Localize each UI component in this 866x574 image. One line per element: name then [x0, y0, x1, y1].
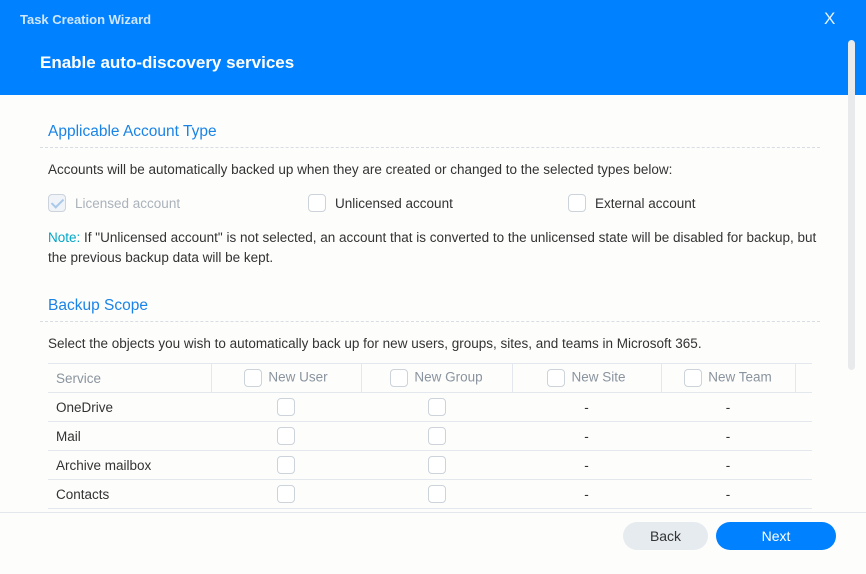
window-title: Task Creation Wizard — [20, 12, 152, 27]
new-group-checkbox[interactable] — [427, 456, 446, 474]
back-button[interactable]: Back — [623, 522, 708, 550]
new-group-checkbox[interactable] — [427, 485, 446, 503]
backup-scope-description: Select the objects you wish to automatic… — [48, 336, 702, 351]
table-row: Mail - - — [48, 421, 812, 451]
close-icon[interactable]: X — [824, 9, 835, 29]
service-name: Archive mailbox — [48, 450, 211, 480]
new-group-checkbox[interactable] — [427, 427, 446, 445]
new-team-value: - — [661, 392, 795, 422]
checkbox-checked-icon — [48, 194, 66, 212]
header-label: New Team — [708, 369, 772, 385]
new-user-checkbox[interactable] — [277, 456, 295, 474]
footer-divider — [0, 512, 866, 513]
new-site-value: - — [512, 450, 661, 480]
section-heading-backup-scope: Backup Scope — [40, 297, 820, 322]
header-label: New Group — [414, 369, 483, 385]
checkbox-icon[interactable] — [684, 369, 703, 387]
column-header-new-team[interactable]: New Team — [661, 363, 796, 393]
wizard-header: Task Creation Wizard X Enable auto-disco… — [0, 0, 866, 95]
section-heading-account-type: Applicable Account Type — [40, 123, 820, 148]
scrollbar[interactable] — [848, 40, 855, 370]
checkbox-icon[interactable] — [568, 194, 586, 212]
new-site-value: - — [512, 479, 661, 509]
service-name: Mail — [48, 421, 211, 451]
page-title: Enable auto-discovery services — [40, 53, 295, 72]
table-row: Archive mailbox - - — [48, 450, 812, 480]
option-label: Unlicensed account — [335, 195, 453, 211]
next-button[interactable]: Next — [716, 522, 836, 550]
table-row: Contacts - - — [48, 479, 812, 509]
new-site-value: - — [512, 392, 661, 422]
note-label: Note: — [48, 230, 81, 245]
column-header-new-site[interactable]: New Site — [512, 363, 662, 393]
new-user-checkbox[interactable] — [277, 398, 295, 416]
column-header-new-user[interactable]: New User — [211, 363, 362, 393]
checkbox-icon[interactable] — [244, 369, 263, 387]
new-group-checkbox[interactable] — [427, 398, 446, 416]
new-team-value: - — [661, 421, 795, 451]
table-row: OneDrive - - — [48, 392, 812, 422]
account-type-description: Accounts will be automatically backed up… — [48, 162, 673, 177]
option-label: Licensed account — [75, 195, 181, 211]
licensed-account-checkbox: Licensed account — [48, 194, 180, 212]
column-spacer — [795, 363, 812, 393]
checkbox-icon[interactable] — [547, 369, 566, 387]
new-team-value: - — [661, 450, 795, 480]
option-label: External account — [595, 195, 696, 211]
external-account-checkbox[interactable]: External account — [568, 194, 696, 212]
new-team-value: - — [661, 479, 795, 509]
service-name: OneDrive — [48, 392, 211, 422]
header-label: New Site — [571, 369, 626, 385]
column-header-new-group[interactable]: New Group — [361, 363, 513, 393]
note-text: If "Unlicensed account" is not selected,… — [48, 230, 817, 265]
new-site-value: - — [512, 421, 661, 451]
note: Note: If "Unlicensed account" is not sel… — [48, 228, 818, 268]
checkbox-icon[interactable] — [308, 194, 326, 212]
column-header-service: Service — [48, 363, 212, 393]
service-name: Contacts — [48, 479, 211, 509]
unlicensed-account-checkbox[interactable]: Unlicensed account — [308, 194, 453, 212]
new-user-checkbox[interactable] — [277, 485, 295, 503]
header-label: New User — [268, 369, 328, 385]
new-user-checkbox[interactable] — [277, 427, 295, 445]
checkbox-icon[interactable] — [390, 369, 409, 387]
backup-scope-table: Service New User New Group New Site New … — [48, 363, 812, 509]
